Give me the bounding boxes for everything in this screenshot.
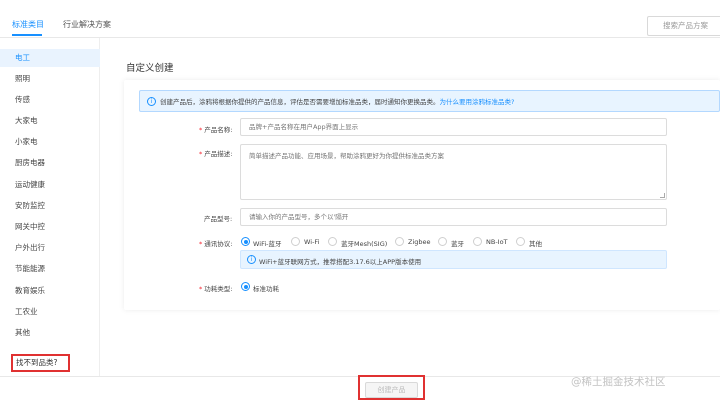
- page-title: 自定义创建: [126, 63, 174, 74]
- product-name-input[interactable]: [240, 118, 667, 136]
- sidebar-item-sensing[interactable]: 传感: [0, 91, 100, 109]
- radio-ble[interactable]: [438, 237, 447, 246]
- product-desc-label-text: 产品描述:: [204, 150, 233, 158]
- top-bar: 标准类目 行业解决方案 搜索产品方案: [0, 0, 720, 38]
- info-icon: i: [247, 255, 256, 264]
- product-model-label: 产品型号:: [204, 215, 233, 223]
- required-mark: *: [199, 150, 203, 158]
- category-not-found-link[interactable]: 找不到品类?: [11, 354, 70, 372]
- notice-message: 创建产品后，涂鸦将根据你提供的产品信息，评估是否需要增加标准品类，届时通知你更换…: [160, 98, 440, 106]
- sidebar-item-sports-health[interactable]: 运动健康: [0, 176, 100, 194]
- radio-label-wifi-ble[interactable]: WiFi-蓝牙: [253, 238, 282, 248]
- radio-label-other[interactable]: 其他: [529, 238, 542, 248]
- sidebar-item-education[interactable]: 教育娱乐: [0, 282, 100, 300]
- radio-label-ble-mesh[interactable]: 蓝牙Mesh(SIG): [341, 238, 387, 248]
- radio-label-zigbee[interactable]: Zigbee: [408, 238, 431, 246]
- sidebar-item-electrician[interactable]: 电工: [0, 49, 100, 67]
- product-model-input[interactable]: [240, 208, 667, 226]
- tab-standard-category[interactable]: 标准类目: [12, 19, 44, 30]
- required-mark: *: [199, 240, 203, 248]
- product-name-label-text: 产品名称:: [204, 126, 233, 134]
- sidebar-item-outdoor[interactable]: 户外出行: [0, 239, 100, 257]
- radio-other[interactable]: [516, 237, 525, 246]
- required-mark: *: [199, 285, 203, 293]
- power-label: * 功耗类型:: [199, 283, 232, 293]
- protocol-label: * 通讯协议:: [199, 238, 232, 248]
- radio-ble-mesh[interactable]: [328, 237, 337, 246]
- product-desc-label: * 产品描述:: [199, 148, 232, 158]
- radio-wifi-ble[interactable]: [241, 237, 250, 246]
- radio-label-wifi[interactable]: Wi-Fi: [304, 238, 320, 246]
- sidebar-item-lighting[interactable]: 照明: [0, 70, 100, 88]
- required-mark: *: [199, 126, 203, 134]
- notice-text: 创建产品后，涂鸦将根据你提供的产品信息，评估是否需要增加标准品类，届时通知你更换…: [160, 96, 514, 106]
- why-standard-category-link[interactable]: 为什么要用涂鸦标准品类?: [440, 98, 515, 106]
- sidebar-item-other[interactable]: 其他: [0, 324, 100, 342]
- radio-label-nb-iot[interactable]: NB-IoT: [486, 238, 508, 246]
- product-name-label: * 产品名称:: [199, 124, 232, 134]
- radio-label-ble[interactable]: 蓝牙: [451, 238, 464, 248]
- category-sidebar: 电工 照明 传感 大家电 小家电 厨房电器 运动健康 安防监控 网关中控 户外出…: [0, 38, 100, 376]
- info-icon: i: [147, 97, 156, 106]
- textarea-resize-handle[interactable]: [660, 193, 665, 198]
- search-product-solution-button[interactable]: 搜索产品方案: [647, 16, 720, 36]
- sidebar-item-gateway[interactable]: 网关中控: [0, 218, 100, 236]
- product-desc-textarea[interactable]: [240, 144, 667, 200]
- sidebar-item-small-appliance[interactable]: 小家电: [0, 133, 100, 151]
- active-tab-indicator: [12, 34, 42, 36]
- tab-industry-solutions[interactable]: 行业解决方案: [63, 19, 111, 30]
- create-product-button[interactable]: 创建产品: [365, 382, 418, 398]
- radio-standard-power[interactable]: [241, 282, 250, 291]
- watermark: @稀土掘金技术社区: [571, 376, 666, 388]
- sidebar-item-energy[interactable]: 节能能源: [0, 260, 100, 278]
- radio-zigbee[interactable]: [395, 237, 404, 246]
- radio-nb-iot[interactable]: [473, 237, 482, 246]
- sidebar-item-security[interactable]: 安防监控: [0, 197, 100, 215]
- sidebar-item-industry-agriculture[interactable]: 工农业: [0, 303, 100, 321]
- radio-wifi[interactable]: [291, 237, 300, 246]
- protocol-hint-text: WiFi+蓝牙联网方式，推荐搭配3.17.6以上APP版本使用: [259, 258, 422, 266]
- protocol-label-text: 通讯协议:: [204, 240, 233, 248]
- sidebar-item-kitchen[interactable]: 厨房电器: [0, 154, 100, 172]
- power-label-text: 功耗类型:: [204, 285, 233, 293]
- sidebar-item-large-appliance[interactable]: 大家电: [0, 112, 100, 130]
- radio-label-standard-power[interactable]: 标准功耗: [253, 283, 279, 293]
